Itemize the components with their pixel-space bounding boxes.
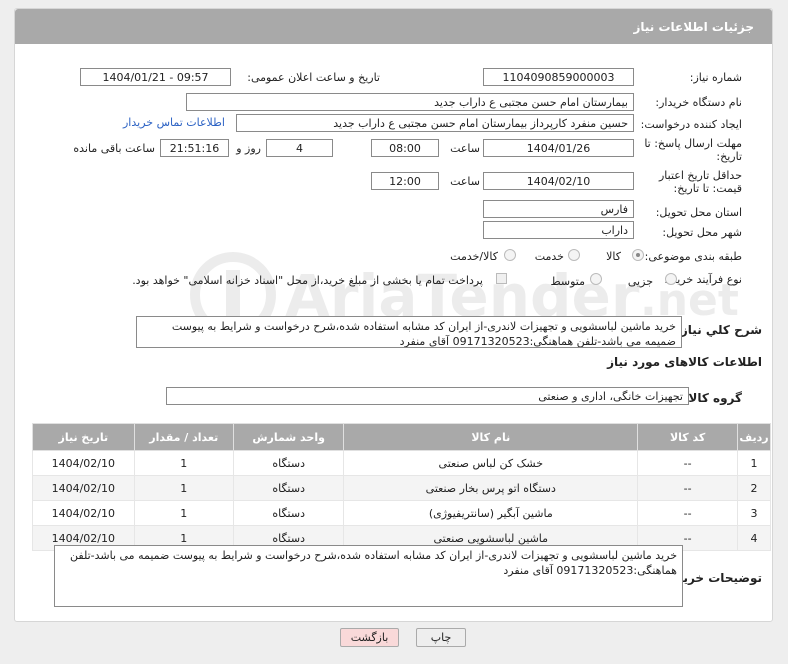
days-and-label: روز و bbox=[236, 142, 261, 155]
unit: دستگاه bbox=[232, 475, 345, 501]
goods-name: ماشین آبگیر (سانتریفیوژی) bbox=[343, 500, 639, 526]
goods-group-field[interactable]: تجهیزات خانگی، اداری و صنعتی bbox=[166, 387, 689, 405]
goods-info-heading: اطلاعات کالاهای مورد نیاز bbox=[607, 355, 762, 369]
need-date: 1404/02/10 bbox=[32, 450, 135, 476]
row-number: 1 bbox=[737, 450, 771, 476]
buyer-notes-field[interactable]: خرید ماشین لباسشویی و تجهیزات لاندری-از … bbox=[54, 545, 683, 607]
unit: دستگاه bbox=[232, 450, 345, 476]
category-option-service: خدمت bbox=[534, 250, 564, 263]
treasury-payment-note: پرداخت تمام یا بخشی از مبلغ خرید،از محل … bbox=[132, 274, 483, 287]
need-date: 1404/02/10 bbox=[32, 500, 135, 526]
announce-label: تاریخ و ساعت اعلان عمومی: bbox=[247, 71, 380, 84]
process-radio-medium[interactable] bbox=[590, 273, 602, 285]
deadline-time-field[interactable]: 08:00 bbox=[371, 139, 439, 157]
need-number-field[interactable]: 1104090859000003 bbox=[483, 68, 634, 86]
panel-title: جزئیات اطلاعات نیاز bbox=[633, 20, 754, 34]
quantity: 1 bbox=[133, 500, 234, 526]
col-goods-code: کد کالا bbox=[637, 423, 739, 451]
quantity: 1 bbox=[133, 475, 234, 501]
category-option-goods: کالا bbox=[606, 250, 621, 263]
days-remaining-field[interactable]: 4 bbox=[266, 139, 333, 157]
goods-table-header-row: ردیف کد کالا نام کالا واحد شمارش تعداد /… bbox=[32, 423, 771, 451]
need-date: 1404/02/10 bbox=[32, 475, 135, 501]
goods-code: -- bbox=[637, 450, 739, 476]
need-number-label: شماره نیاز: bbox=[689, 71, 742, 84]
validity-label: حداقل تاریخ اعتبار قیمت: تا تاریخ: bbox=[658, 169, 742, 195]
province-label: استان محل تحویل: bbox=[655, 206, 742, 219]
buyer-org-label: نام دستگاه خریدار: bbox=[655, 96, 742, 109]
col-quantity: تعداد / مقدار bbox=[133, 423, 234, 451]
col-need-date: تاریخ نیاز bbox=[32, 423, 135, 451]
category-radio-goods[interactable] bbox=[632, 249, 644, 261]
table-row: 2 -- دستگاه اتو پرس بخار صنعتی دستگاه 1 … bbox=[32, 475, 771, 501]
treasury-payment-checkbox[interactable] bbox=[496, 273, 507, 284]
general-description-field[interactable]: خرید ماشین لباسشویی و تجهیزات لاندری-از … bbox=[136, 316, 682, 348]
goods-code: -- bbox=[637, 475, 739, 501]
province-field[interactable]: فارس bbox=[483, 200, 634, 218]
goods-name: دستگاه اتو پرس بخار صنعتی bbox=[343, 475, 639, 501]
process-option-medium: متوسط bbox=[550, 275, 585, 288]
table-row: 1 -- خشک کن لباس صنعتی دستگاه 1 1404/02/… bbox=[32, 450, 771, 476]
deadline-date-field[interactable]: 1404/01/26 bbox=[483, 139, 634, 157]
buyer-contact-link[interactable]: اطلاعات تماس خریدار bbox=[123, 116, 225, 129]
validity-date-field[interactable]: 1404/02/10 bbox=[483, 172, 634, 190]
category-radio-service[interactable] bbox=[568, 249, 580, 261]
col-row-number: ردیف bbox=[737, 423, 771, 451]
col-goods-name: نام کالا bbox=[343, 423, 639, 451]
deadline-label: مهلت ارسال پاسخ: تا تاریخ: bbox=[644, 137, 742, 163]
category-radio-goods-service[interactable] bbox=[504, 249, 516, 261]
back-button[interactable]: بازگشت bbox=[340, 628, 399, 647]
table-row: 3 -- ماشین آبگیر (سانتریفیوژی) دستگاه 1 … bbox=[32, 500, 771, 526]
general-description-label: شرح کلي نياز: bbox=[676, 323, 762, 337]
goods-code: -- bbox=[637, 500, 739, 526]
print-button[interactable]: چاپ bbox=[416, 628, 466, 647]
category-label: طبقه بندی موضوعی: bbox=[644, 250, 742, 263]
remaining-label: ساعت باقی مانده bbox=[73, 142, 155, 155]
goods-name: خشک کن لباس صنعتی bbox=[343, 450, 639, 476]
city-label: شهر محل تحویل: bbox=[662, 226, 742, 239]
panel-header: جزئیات اطلاعات نیاز bbox=[15, 9, 772, 44]
row-number: 4 bbox=[737, 525, 771, 551]
goods-table: ردیف کد کالا نام کالا واحد شمارش تعداد /… bbox=[32, 423, 771, 551]
validity-time-label: ساعت bbox=[450, 175, 480, 188]
announce-field[interactable]: 1404/01/21 - 09:57 bbox=[80, 68, 231, 86]
row-number: 3 bbox=[737, 500, 771, 526]
requester-label: ایجاد کننده درخواست: bbox=[640, 118, 742, 131]
remaining-time-field[interactable]: 21:51:16 bbox=[160, 139, 229, 157]
unit: دستگاه bbox=[232, 500, 345, 526]
category-option-goods-service: کالا/خدمت bbox=[450, 250, 498, 263]
city-field[interactable]: داراب bbox=[483, 221, 634, 239]
row-number: 2 bbox=[737, 475, 771, 501]
requester-field[interactable]: حسین منفرد کارپرداز بیمارستان امام حسن م… bbox=[236, 114, 634, 132]
goods-group-label: گروه کالا: bbox=[683, 391, 742, 405]
deadline-time-label: ساعت bbox=[450, 142, 480, 155]
buyer-org-field[interactable]: بیمارستان امام حسن مجتبی ع داراب جدید bbox=[186, 93, 634, 111]
col-unit: واحد شمارش bbox=[232, 423, 345, 451]
quantity: 1 bbox=[133, 450, 234, 476]
process-radio-minor[interactable] bbox=[665, 273, 677, 285]
validity-time-field[interactable]: 12:00 bbox=[371, 172, 439, 190]
process-option-minor: جزیی bbox=[627, 275, 653, 288]
